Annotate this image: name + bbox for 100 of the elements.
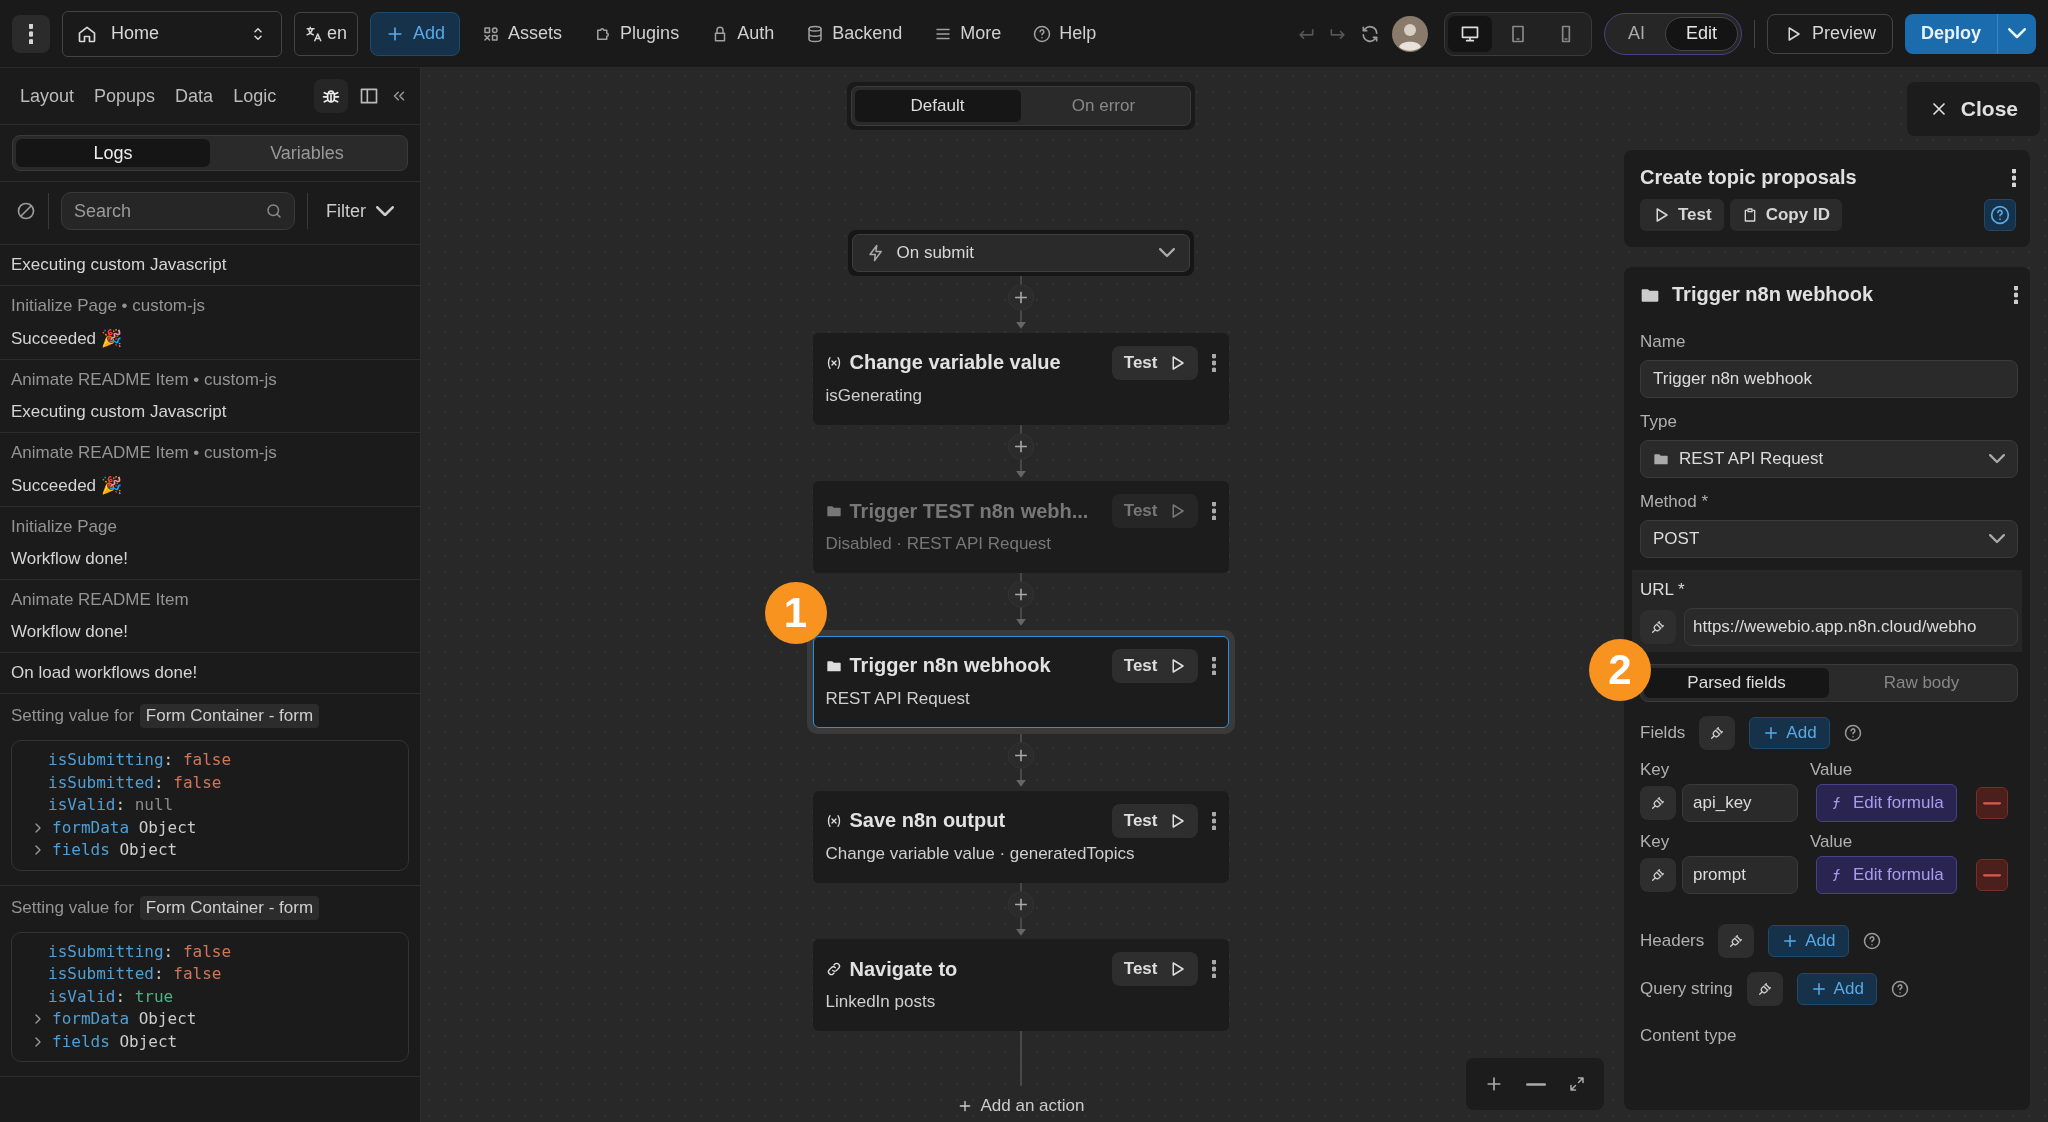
body-tab[interactable]: Parsed fields bbox=[1644, 668, 1829, 698]
nav-item[interactable]: More bbox=[924, 23, 1012, 44]
bind-button[interactable] bbox=[1640, 858, 1676, 892]
key-field[interactable]: api_key bbox=[1682, 784, 1798, 822]
clear-icon[interactable] bbox=[16, 201, 36, 221]
sidebar-icon bbox=[359, 86, 379, 106]
help-button[interactable] bbox=[1984, 199, 2016, 231]
search-icon bbox=[265, 202, 283, 220]
panel-tab[interactable]: Logic bbox=[225, 85, 285, 107]
filter-dropdown[interactable]: Filter bbox=[326, 200, 394, 222]
close-button[interactable]: Close bbox=[1906, 82, 2040, 136]
user-avatar[interactable] bbox=[1391, 15, 1428, 52]
zoom-out-icon[interactable] bbox=[1526, 1081, 1546, 1087]
remove-button[interactable] bbox=[1976, 787, 2008, 819]
test-button[interactable]: Test bbox=[1111, 803, 1198, 838]
panel-tab[interactable]: Layout bbox=[12, 85, 83, 107]
chevron-down-icon bbox=[1989, 454, 2005, 464]
more-icon[interactable] bbox=[2014, 285, 2018, 304]
add-button[interactable]: Add bbox=[1796, 973, 1877, 1005]
log-source: Animate README Item • custom-js bbox=[11, 443, 278, 463]
section-label: Headers bbox=[1640, 931, 1705, 951]
view-tab[interactable]: Variables bbox=[210, 139, 404, 167]
nav-item[interactable]: Backend bbox=[796, 23, 913, 44]
log-source: Initialize Page bbox=[11, 517, 118, 537]
view-tab[interactable]: Logs bbox=[16, 139, 210, 167]
branch-tab[interactable]: Default bbox=[854, 90, 1021, 122]
remove-button[interactable] bbox=[1976, 859, 2008, 891]
url-field[interactable]: https://wewebio.app.n8n.cloud/webho bbox=[1684, 608, 2018, 646]
method-dropdown[interactable]: POST bbox=[1640, 520, 2018, 558]
branch-tab[interactable]: On error bbox=[1020, 90, 1187, 122]
test-button[interactable]: Test bbox=[1111, 952, 1198, 987]
nav-item[interactable]: Assets bbox=[472, 23, 573, 44]
body-tab[interactable]: Raw body bbox=[1829, 668, 2014, 698]
formula-button[interactable]: Edit formula bbox=[1816, 784, 1957, 822]
action-subtitle: REST API Request bbox=[825, 688, 971, 709]
add-button[interactable]: Add bbox=[1749, 717, 1830, 749]
add-action-button[interactable]: Add an action bbox=[944, 1090, 1097, 1122]
nav-item[interactable]: Help bbox=[1023, 23, 1107, 44]
help-icon[interactable] bbox=[1843, 724, 1862, 742]
add-button[interactable]: Add bbox=[1768, 925, 1849, 957]
nav-item[interactable]: Plugins bbox=[584, 23, 690, 44]
more-icon[interactable] bbox=[1211, 656, 1216, 675]
language-button[interactable]: en bbox=[294, 11, 359, 56]
action-card[interactable]: Navigate to Test LinkedIn posts bbox=[812, 939, 1229, 1032]
bind-button[interactable] bbox=[1640, 610, 1676, 644]
test-button[interactable]: Test bbox=[1640, 199, 1724, 231]
section-label: Query string bbox=[1640, 979, 1733, 999]
search-field[interactable]: Search bbox=[61, 192, 295, 230]
mode-tab[interactable]: AI bbox=[1607, 16, 1665, 51]
panel-tab[interactable]: Data bbox=[167, 85, 222, 107]
copy-id-button[interactable]: Copy ID bbox=[1729, 199, 1842, 231]
help-icon[interactable] bbox=[1862, 932, 1881, 950]
help-icon[interactable] bbox=[1890, 980, 1909, 998]
trigger-dropdown[interactable]: On submit bbox=[851, 234, 1190, 272]
device-toggle[interactable] bbox=[1447, 15, 1492, 52]
log-message: On load workflows done! bbox=[11, 663, 199, 683]
menu-button[interactable] bbox=[12, 14, 50, 53]
action-card[interactable]: Change variable value Test isGenerating bbox=[812, 332, 1229, 425]
more-icon[interactable] bbox=[1211, 353, 1216, 372]
help-icon bbox=[1990, 205, 2010, 225]
menu-icon bbox=[28, 23, 34, 44]
action-card[interactable]: Save n8n output Test Change variable value · generatedTopics bbox=[812, 790, 1229, 883]
panel-tab[interactable]: Popups bbox=[86, 85, 164, 107]
more-icon[interactable] bbox=[1211, 811, 1216, 830]
bind-button[interactable] bbox=[1640, 786, 1676, 820]
log-source: Animate README Item bbox=[11, 590, 190, 610]
bind-button[interactable] bbox=[1718, 924, 1755, 958]
chevron-down-icon bbox=[2008, 28, 2026, 39]
debug-button[interactable] bbox=[314, 79, 348, 113]
name-field[interactable]: Trigger n8n webhook bbox=[1640, 360, 2018, 398]
log-source: Initialize Page • custom-js bbox=[11, 296, 206, 316]
key-field[interactable]: prompt bbox=[1682, 856, 1798, 894]
log-message: Succeeded 🎉 bbox=[11, 328, 123, 349]
test-button[interactable]: Test bbox=[1111, 345, 1198, 380]
database-icon bbox=[806, 24, 825, 43]
mode-tab[interactable]: Edit bbox=[1664, 16, 1738, 51]
add-button[interactable]: Add bbox=[370, 11, 461, 56]
field-label: Key bbox=[1640, 760, 1671, 780]
formula-button[interactable]: Edit formula bbox=[1816, 856, 1957, 894]
more-icon[interactable] bbox=[1211, 960, 1216, 979]
connector-line bbox=[1018, 1031, 1023, 1086]
bolt-icon bbox=[866, 244, 885, 262]
more-icon[interactable] bbox=[2012, 168, 2016, 187]
component-tag: Form Container - form bbox=[139, 895, 320, 920]
test-button[interactable]: Test bbox=[1111, 648, 1198, 683]
bind-button[interactable] bbox=[1746, 972, 1783, 1006]
preview-button[interactable]: Preview bbox=[1766, 13, 1893, 54]
bind-button[interactable] bbox=[1699, 716, 1736, 750]
type-dropdown[interactable]: REST API Request bbox=[1640, 440, 2018, 478]
fullscreen-icon[interactable] bbox=[1568, 1075, 1586, 1093]
field-label: Value bbox=[1810, 832, 1853, 852]
code-line: fields Object bbox=[52, 839, 178, 861]
log-source: Animate README Item • custom-js bbox=[11, 370, 278, 390]
page-selector[interactable]: Home bbox=[62, 10, 282, 57]
action-card[interactable]: Trigger n8n webhook Test REST API Request bbox=[812, 635, 1229, 728]
log-label: Setting value for bbox=[11, 897, 134, 918]
field-label: URL * bbox=[1640, 580, 1686, 600]
field-label: Value bbox=[1810, 760, 1853, 780]
nav-item[interactable]: Auth bbox=[701, 23, 785, 44]
action-title: Trigger TEST n8n webh... bbox=[849, 499, 1090, 523]
